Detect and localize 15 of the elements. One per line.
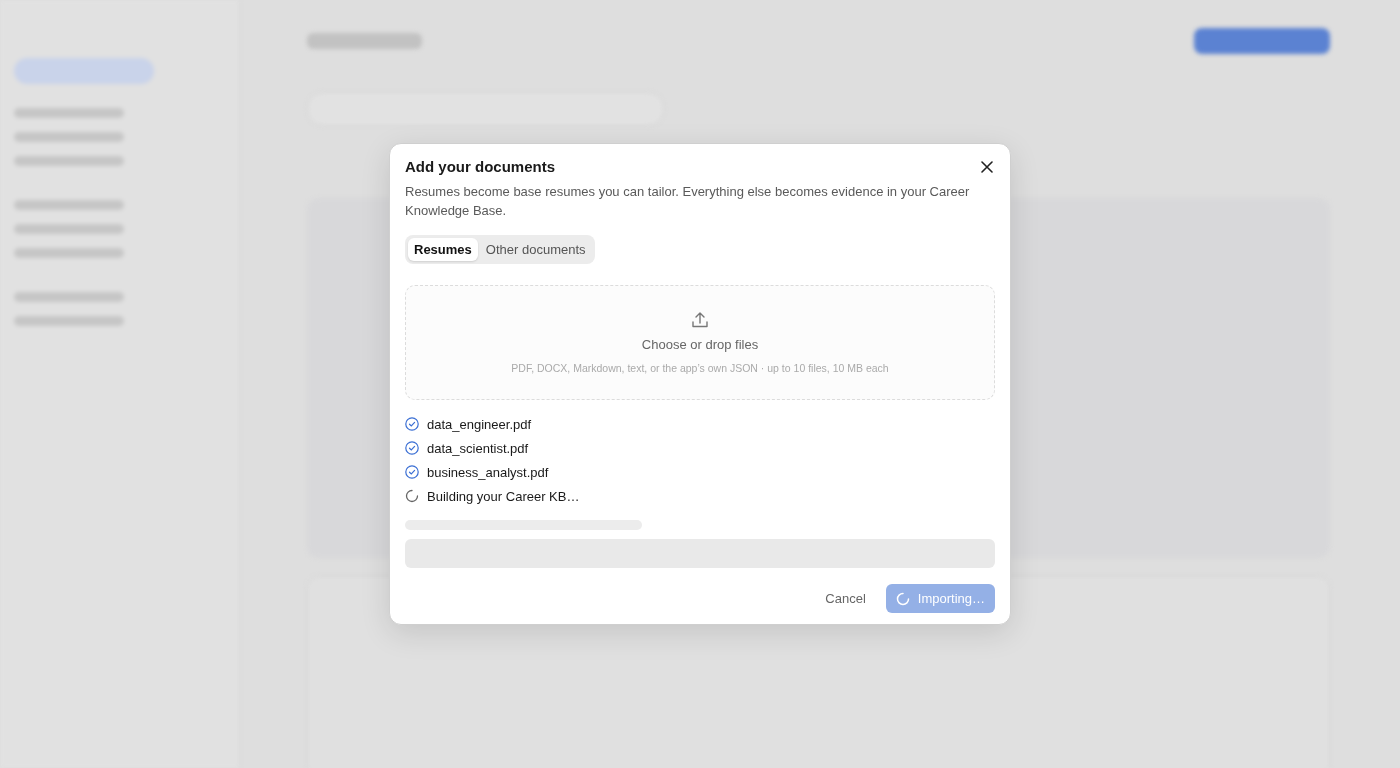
file-name: data_scientist.pdf [427,440,529,456]
tab[interactable]: Resumes [408,238,478,261]
drop-zone[interactable]: Choose or drop files PDF, DOCX, Markdown, text, or the app’s own JSON · up to 10 files, 10 MB each [405,285,995,400]
file-name: Building your Career KB… [427,488,580,504]
drop-zone-hint: PDF, DOCX, Markdown, text, or the app’s own JSON · up to 10 files, 10 MB each [511,362,889,374]
file-name: business_analyst.pdf [427,464,549,480]
drop-zone-title: Choose or drop files [641,337,759,352]
dialog-description: Resumes become base resumes you can tailor. Everything else becomes evidence in your Career Knowledge Base. [405,183,971,220]
close-icon[interactable] [979,158,995,175]
cancel-button[interactable]: Cancel [819,585,872,612]
dialog-title: Add your documents [405,158,555,175]
tab[interactable]: Other documents [479,238,592,261]
file-name: data_engineer.pdf [427,416,532,432]
spinner-icon [895,591,910,606]
upload-icon [691,311,709,329]
